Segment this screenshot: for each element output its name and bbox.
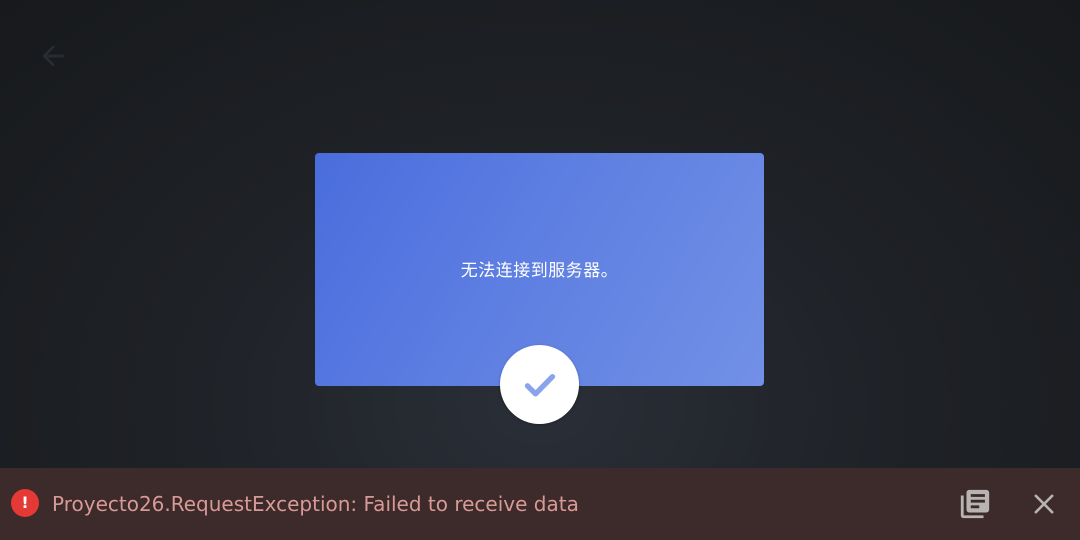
checkmark-icon bbox=[524, 373, 555, 396]
error-icon: ! bbox=[11, 489, 39, 517]
error-icon-glyph: ! bbox=[21, 493, 29, 512]
details-button[interactable] bbox=[958, 487, 992, 521]
close-button[interactable] bbox=[1030, 490, 1058, 518]
arrow-left-icon bbox=[42, 45, 64, 67]
close-icon bbox=[1034, 494, 1054, 514]
back-button[interactable] bbox=[36, 40, 70, 72]
confirm-button[interactable] bbox=[500, 345, 579, 424]
dialog-message: 无法连接到服务器。 bbox=[460, 261, 619, 281]
error-message: Proyecto26.RequestException: Failed to r… bbox=[52, 492, 579, 516]
library-books-icon bbox=[960, 489, 990, 519]
